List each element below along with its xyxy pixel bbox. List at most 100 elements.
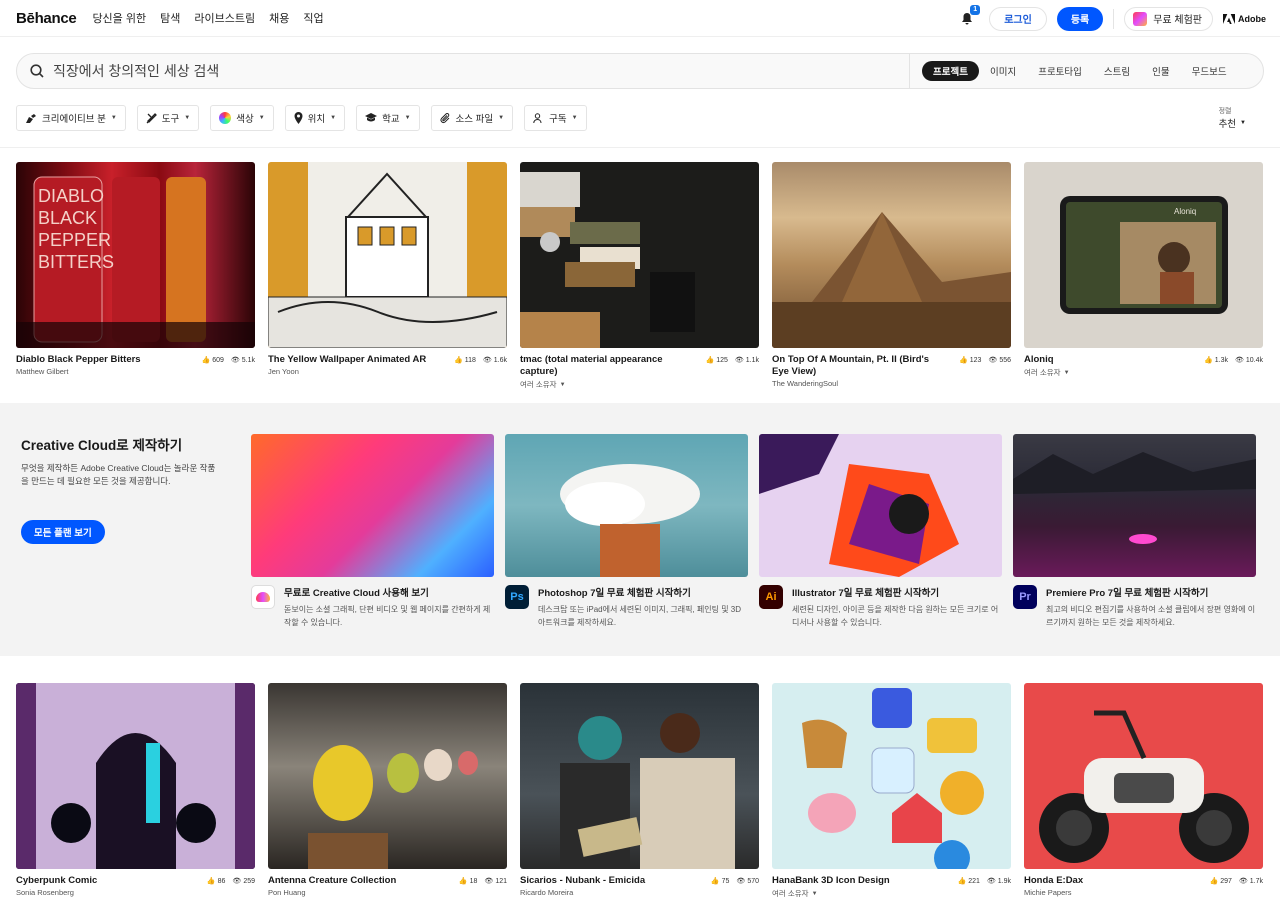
nav-explore[interactable]: 탐색 bbox=[160, 10, 180, 26]
project-title[interactable]: On Top Of A Mountain, Pt. II (Bird's Eye… bbox=[772, 354, 937, 378]
filter-school[interactable]: 학교 ▼ bbox=[356, 105, 420, 131]
chevron-down-icon: ▼ bbox=[498, 115, 505, 121]
chevron-down-icon: ▼ bbox=[184, 115, 191, 121]
project-title[interactable]: HanaBank 3D Icon Design bbox=[772, 875, 890, 887]
project-card[interactable]: HanaBank 3D Icon Design 여러 소유자 ▼ 👍 221 👁 1.… bbox=[772, 683, 1011, 899]
free-trial-button[interactable]: 무료 체험판 bbox=[1124, 6, 1213, 31]
offer-title[interactable]: Photoshop 7일 무료 체험판 시작하기 bbox=[538, 585, 748, 599]
promo-title: Creative Cloud로 제작하기 bbox=[21, 438, 183, 453]
sort-label: 정렬 bbox=[1218, 108, 1232, 115]
behance-logo[interactable]: Bēhance bbox=[16, 10, 77, 27]
filter-label: 색상 bbox=[236, 114, 254, 125]
tab-prototypes[interactable]: 프로토타입 bbox=[1027, 61, 1093, 81]
project-thumbnail[interactable] bbox=[772, 683, 1011, 869]
project-title[interactable]: tmac (total material appearance capture) bbox=[520, 354, 685, 378]
project-owner[interactable]: 여러 소유자 ▼ bbox=[772, 888, 890, 899]
nav-livestream[interactable]: 라이브스트림 bbox=[194, 10, 255, 26]
project-card[interactable]: Honda E:Dax Michie Papers 👍 297 👁 1.7k bbox=[1024, 683, 1263, 899]
project-card[interactable]: Sicarios - Nubank - Emicida Ricardo More… bbox=[520, 683, 759, 899]
filter-color[interactable]: 색상 ▼ bbox=[210, 105, 274, 131]
offer-title[interactable]: 무료로 Creative Cloud 사용해 보기 bbox=[284, 585, 494, 599]
project-owner[interactable]: 여러 소유자 ▼ bbox=[1024, 367, 1070, 378]
sort-dropdown[interactable]: 정렬 추천 ▼ bbox=[1219, 106, 1246, 130]
project-card[interactable]: tmac (total material appearance capture)… bbox=[520, 162, 759, 390]
project-title[interactable]: Antenna Creature Collection bbox=[268, 875, 396, 887]
project-thumbnail[interactable] bbox=[1024, 683, 1263, 869]
eye-icon: 👁 bbox=[988, 357, 998, 364]
svg-text:Aloniq: Aloniq bbox=[1174, 207, 1196, 216]
project-owner[interactable]: Michie Papers bbox=[1024, 888, 1083, 897]
adobe-link[interactable]: Adobe bbox=[1223, 13, 1266, 24]
offer-image[interactable] bbox=[251, 434, 494, 577]
signup-button[interactable]: 등록 bbox=[1056, 6, 1104, 31]
project-card[interactable]: The Yellow Wallpaper Animated AR Jen Yoo… bbox=[268, 162, 507, 390]
nav-careers[interactable]: 직업 bbox=[303, 10, 323, 26]
views-count: 👁 259 bbox=[232, 877, 255, 886]
project-owner[interactable]: Ricardo Moreira bbox=[520, 888, 645, 897]
filter-creative-field[interactable]: 크리에이티브 분 ▼ bbox=[16, 105, 126, 131]
project-owner[interactable]: Matthew Gilbert bbox=[16, 367, 141, 376]
project-thumbnail[interactable] bbox=[772, 162, 1011, 348]
nav-jobs[interactable]: 채용 bbox=[269, 10, 289, 26]
project-owner[interactable]: Jen Yoon bbox=[268, 367, 426, 376]
appreciations-count: 👍 86 bbox=[206, 877, 226, 886]
project-owner[interactable]: The WanderingSoul bbox=[772, 379, 937, 388]
project-thumbnail[interactable]: DIABLO BLACK PEPPER BITTERS bbox=[16, 162, 255, 348]
project-title[interactable]: Diablo Black Pepper Bitters bbox=[16, 354, 141, 366]
offer-photoshop[interactable]: Ps Photoshop 7일 무료 체험판 시작하기 데스크탑 또는 iPad… bbox=[505, 434, 748, 629]
project-thumbnail[interactable] bbox=[268, 683, 507, 869]
main-nav: 당신을 위한 탐색 라이브스트림 채용 직업 bbox=[92, 10, 323, 26]
offer-image[interactable] bbox=[505, 434, 748, 577]
project-thumbnail[interactable] bbox=[520, 683, 759, 869]
filter-location[interactable]: 위치 ▼ bbox=[284, 105, 346, 131]
tab-people[interactable]: 인물 bbox=[1141, 61, 1180, 81]
notification-bell-icon[interactable]: 1 bbox=[959, 4, 981, 27]
offer-image[interactable] bbox=[1013, 434, 1256, 577]
project-thumbnail[interactable]: Aloniq bbox=[1024, 162, 1263, 348]
appreciations-count: 👍 123 bbox=[959, 356, 982, 365]
search-input[interactable] bbox=[53, 63, 913, 79]
login-button[interactable]: 로그인 bbox=[989, 6, 1047, 31]
tab-streams[interactable]: 스트림 bbox=[1093, 61, 1141, 81]
project-thumbnail[interactable] bbox=[520, 162, 759, 348]
brush-icon bbox=[26, 113, 36, 123]
project-title[interactable]: Honda E:Dax bbox=[1024, 875, 1083, 887]
paperclip-icon bbox=[440, 112, 449, 123]
project-title[interactable]: The Yellow Wallpaper Animated AR bbox=[268, 354, 426, 366]
project-title[interactable]: Aloniq bbox=[1024, 354, 1070, 366]
offer-creative-cloud[interactable]: 무료로 Creative Cloud 사용해 보기 돋보이는 소셜 그래픽, 단… bbox=[251, 434, 494, 629]
svg-text:DIABLO: DIABLO bbox=[38, 186, 104, 206]
chevron-down-icon: ▼ bbox=[258, 115, 265, 121]
project-owner[interactable]: Pon Huang bbox=[268, 888, 396, 897]
offer-title[interactable]: Premiere Pro 7일 무료 체험판 시작하기 bbox=[1046, 585, 1256, 599]
project-thumbnail[interactable] bbox=[16, 683, 255, 869]
tab-projects[interactable]: 프로젝트 bbox=[922, 61, 979, 81]
tab-moodboards[interactable]: 무드보드 bbox=[1181, 61, 1238, 81]
thumbs-up-icon: 👍 bbox=[1204, 357, 1213, 364]
project-title[interactable]: Cyberpunk Comic bbox=[16, 875, 97, 887]
filter-tools[interactable]: 도구 ▼ bbox=[136, 105, 200, 131]
project-card[interactable]: DIABLO BLACK PEPPER BITTERS Diablo Black… bbox=[16, 162, 255, 390]
project-thumbnail[interactable] bbox=[268, 162, 507, 348]
offer-title[interactable]: Illustrator 7일 무료 체험판 시작하기 bbox=[792, 585, 1002, 599]
creative-cloud-promo: Creative Cloud로 제작하기 무엇을 제작하든 Adobe Crea… bbox=[0, 403, 1280, 656]
filter-subscription[interactable]: 구독 ▼ bbox=[524, 105, 587, 131]
project-title[interactable]: Sicarios - Nubank - Emicida bbox=[520, 875, 645, 887]
project-card[interactable]: Aloniq Aloniq 여러 소유자 ▼ 👍 1.3k 👁 10.4k bbox=[1024, 162, 1263, 390]
appreciations-count: 👍 1.3k bbox=[1204, 356, 1228, 365]
project-card[interactable]: Cyberpunk Comic Sonia Rosenberg 👍 86 👁 259 bbox=[16, 683, 255, 899]
project-owner[interactable]: 여러 소유자 ▼ bbox=[520, 379, 685, 390]
offer-image[interactable] bbox=[759, 434, 1002, 577]
project-owner[interactable]: Sonia Rosenberg bbox=[16, 888, 97, 897]
offer-illustrator[interactable]: Ai Illustrator 7일 무료 체험판 시작하기 세련된 디자인, 아… bbox=[759, 434, 1002, 629]
adobe-logo-icon bbox=[1223, 13, 1235, 24]
view-all-plans-button[interactable]: 모든 플랜 보기 bbox=[21, 520, 105, 544]
tab-images[interactable]: 이미지 bbox=[979, 61, 1027, 81]
filter-source-files[interactable]: 소스 파일 ▼ bbox=[430, 105, 514, 131]
nav-for-you[interactable]: 당신을 위한 bbox=[92, 10, 146, 26]
eye-icon: 👁 bbox=[232, 878, 242, 885]
project-card[interactable]: On Top Of A Mountain, Pt. II (Bird's Eye… bbox=[772, 162, 1011, 390]
search-icon bbox=[29, 63, 45, 79]
offer-premiere-pro[interactable]: Pr Premiere Pro 7일 무료 체험판 시작하기 최고의 비디오 편… bbox=[1013, 434, 1256, 629]
project-card[interactable]: Antenna Creature Collection Pon Huang 👍 1… bbox=[268, 683, 507, 899]
